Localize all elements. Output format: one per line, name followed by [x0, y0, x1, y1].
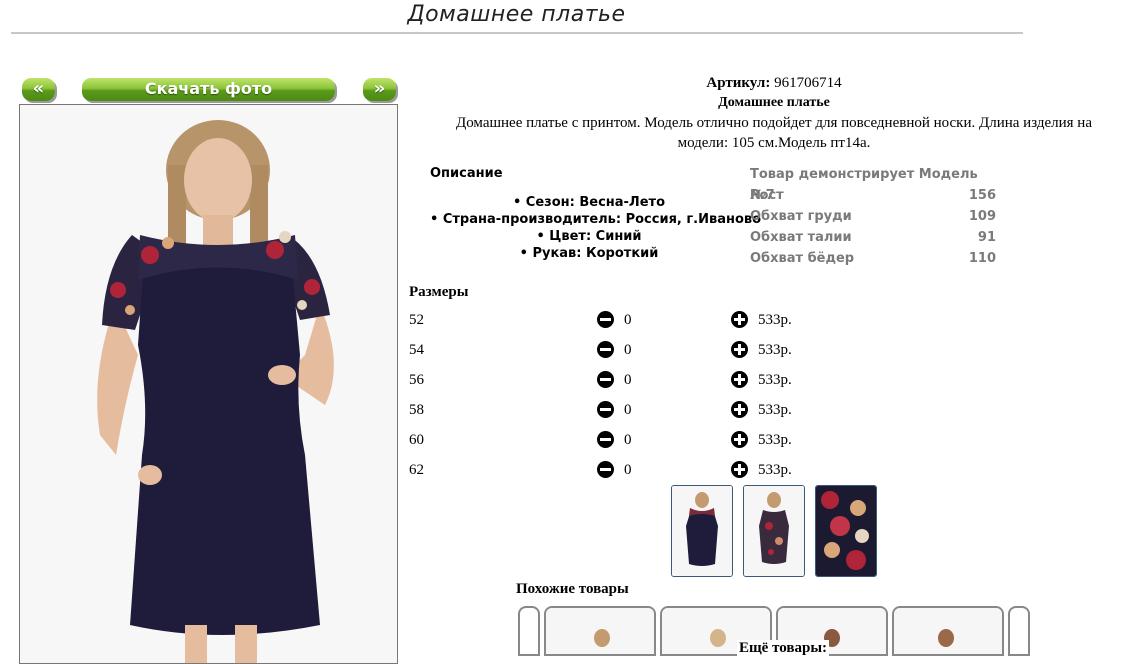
model-measurements: Товар демонстрирует Модель №7 Рост 156 Об…: [750, 164, 996, 269]
quantity-value: 0: [624, 462, 632, 478]
size-row: 62 0 533р.: [409, 460, 829, 482]
price-value: 533р.: [758, 462, 792, 478]
model-row-label: Рост: [750, 188, 784, 203]
model-row: Рост 156: [750, 185, 996, 206]
model-row: Обхват бёдер 110: [750, 248, 996, 269]
minus-icon[interactable]: [597, 311, 614, 328]
model-row-value: 156: [968, 188, 996, 203]
plus-icon[interactable]: [731, 461, 748, 478]
quantity-value: 0: [624, 312, 632, 328]
minus-icon[interactable]: [597, 461, 614, 478]
minus-icon[interactable]: [597, 341, 614, 358]
plus-icon[interactable]: [731, 431, 748, 448]
model-row-label: Обхват талии: [750, 230, 852, 245]
size-value: 62: [409, 462, 424, 478]
model-row-label: Обхват бёдер: [750, 251, 855, 266]
similar-product-card[interactable]: [892, 606, 1004, 656]
size-value: 56: [409, 372, 424, 388]
price-value: 533р.: [758, 402, 792, 418]
plus-icon[interactable]: [731, 341, 748, 358]
article-label: Артикул:: [706, 75, 771, 91]
spec-block: Описание • Сезон: Весна-Лето • Страна-пр…: [430, 166, 762, 262]
quantity-value: 0: [624, 402, 632, 418]
photo-thumbnail[interactable]: [815, 485, 877, 577]
similar-scroll-right[interactable]: [1008, 606, 1030, 656]
size-value: 54: [409, 342, 424, 358]
model-header-text: Товар демонстрирует Модель №7: [750, 167, 978, 203]
product-description: Домашнее платье с принтом. Модель отличн…: [455, 115, 1092, 151]
price-value: 533р.: [758, 342, 792, 358]
model-row: Обхват талии 91: [750, 227, 996, 248]
minus-icon[interactable]: [597, 431, 614, 448]
quantity-value: 0: [624, 432, 632, 448]
spec-list: • Сезон: Весна-Лето • Страна-производите…: [430, 194, 762, 262]
minus-icon[interactable]: [597, 371, 614, 388]
price-value: 533р.: [758, 432, 792, 448]
model-row-label: Обхват груди: [750, 209, 852, 224]
page-title: Домашнее платье: [407, 2, 626, 27]
model-row-value: 110: [968, 251, 996, 266]
plus-icon[interactable]: [731, 401, 748, 418]
size-row: 60 0 533р.: [409, 430, 829, 452]
plus-icon[interactable]: [731, 311, 748, 328]
quantity-value: 0: [624, 342, 632, 358]
size-row: 52 0 533р.: [409, 310, 829, 332]
product-info: Артикул: 961706714 Домашнее платье Домаш…: [430, 73, 1118, 153]
spec-title: Описание: [430, 166, 503, 181]
size-value: 58: [409, 402, 424, 418]
model-row: Обхват груди 109: [750, 206, 996, 227]
size-row: 56 0 533р.: [409, 370, 829, 392]
similar-products-title: Похожие товары: [516, 581, 629, 597]
price-value: 533р.: [758, 312, 792, 328]
plus-icon[interactable]: [731, 371, 748, 388]
photo-thumbnail[interactable]: [671, 485, 733, 577]
size-row: 58 0 533р.: [409, 400, 829, 422]
spec-item: • Сезон: Весна-Лето: [512, 195, 666, 210]
price-value: 533р.: [758, 372, 792, 388]
more-products-title: Ещё товары:: [737, 640, 830, 657]
prev-photo-button[interactable]: «: [22, 78, 55, 101]
size-value: 52: [409, 312, 424, 328]
spec-item: • Страна-производитель: Россия, г.Иванов…: [430, 212, 762, 227]
quantity-value: 0: [624, 372, 632, 388]
main-product-photo[interactable]: [19, 104, 398, 664]
product-name: Домашнее платье: [718, 95, 830, 110]
article-value: 961706714: [774, 75, 842, 91]
similar-product-card[interactable]: [544, 606, 656, 656]
spec-item: • Цвет: Синий: [536, 229, 642, 244]
model-header: Товар демонстрирует Модель №7: [750, 164, 996, 203]
title-divider: [11, 32, 1023, 34]
size-value: 60: [409, 432, 424, 448]
model-row-value: 91: [977, 230, 996, 245]
photo-thumbnail[interactable]: [743, 485, 805, 577]
article-line: Артикул: 961706714: [430, 73, 1118, 93]
download-photo-button[interactable]: Скачать фото: [82, 78, 335, 101]
size-row: 54 0 533р.: [409, 340, 829, 362]
sizes-title: Размеры: [409, 284, 469, 300]
similar-scroll-left[interactable]: [518, 606, 540, 656]
minus-icon[interactable]: [597, 401, 614, 418]
model-row-value: 109: [968, 209, 996, 224]
next-photo-button[interactable]: »: [363, 78, 396, 101]
spec-item: • Рукав: Короткий: [519, 246, 659, 261]
